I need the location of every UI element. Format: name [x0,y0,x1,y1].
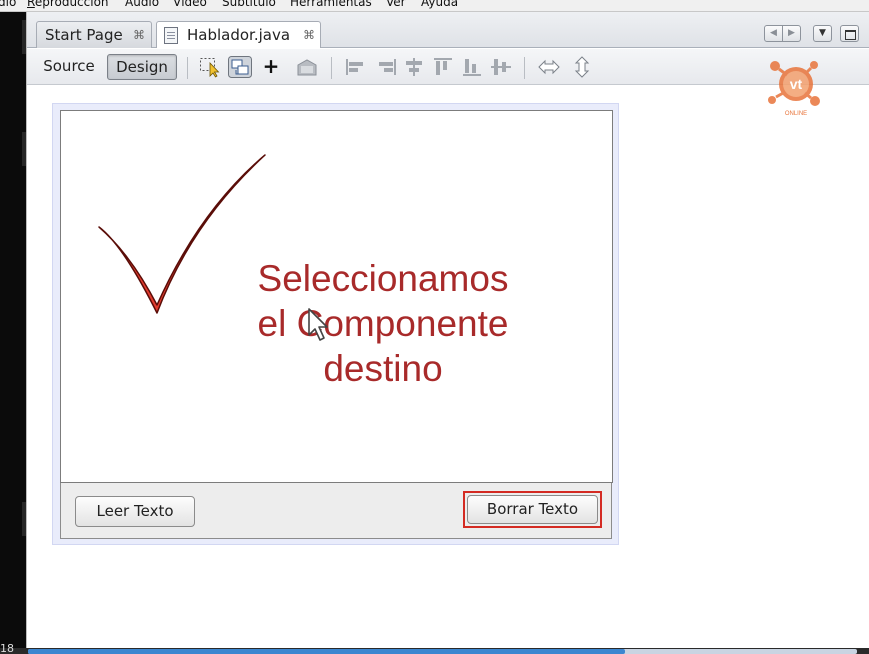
elapsed-time: 18 [0,642,14,654]
editor-tab-bar: Start Page ⌘ Hablador.java ⌘ ◀ ▶ ▼ [27,12,869,48]
menu-item-medio[interactable]: dio [0,0,16,9]
toolbar-separator [187,57,188,79]
show-opened-documents-button[interactable]: ▼ [813,25,832,42]
annotation-line: destino [323,348,443,389]
tab-start-page[interactable]: Start Page ⌘ [36,21,152,48]
videotutoriales-logo: vt ONLINE [768,61,820,117]
playback-bar: 18 [0,642,869,654]
menu-item-herramientas[interactable]: Herramientas [290,0,372,9]
tab-label: Hablador.java [187,26,291,44]
java-file-icon [164,27,178,44]
menu-item-audio[interactable]: Audio [125,0,159,9]
center-horizontally-icon[interactable] [402,56,426,78]
annotation-line: Seleccionamos [257,258,509,299]
tab-hablador-java[interactable]: Hablador.java ⌘ [156,21,321,48]
designer-toolbar: Source Design + [27,49,869,85]
borrar-texto-button[interactable]: Borrar Texto [467,495,598,524]
logo-initials: vt [790,76,803,92]
menu-item-video[interactable]: Vídeo [173,0,207,9]
menu-item-label: eproducción [34,0,109,9]
menu-bar: dio Reproducción Audio Vídeo Subtítulo H… [0,0,869,12]
add-icon[interactable]: + [259,54,283,78]
screen: dio Reproducción Audio Vídeo Subtítulo H… [0,0,869,654]
design-view-button[interactable]: Design [107,54,177,80]
menu-item-subtitulo[interactable]: Subtítulo [222,0,276,9]
center-vertically-icon[interactable] [489,56,513,78]
left-panel-edge [0,12,26,648]
toolbar-separator [524,57,525,79]
logo-subtitle: ONLINE [785,111,807,117]
maximize-window-button[interactable] [840,25,859,42]
scroll-tabs-right-button[interactable]: ▶ [782,25,801,42]
align-bottom-icon[interactable] [460,56,484,78]
tutorial-annotation: Seleccionamos el Componente destino [203,256,563,391]
mouse-cursor-icon [308,308,328,341]
align-right-icon[interactable] [374,56,398,78]
tab-label: Start Page [45,26,123,44]
selection-mode-icon[interactable] [199,56,223,78]
menu-item-ayuda[interactable]: Ayuda [421,0,458,9]
menu-item-ver[interactable]: Ver [386,0,406,9]
close-icon[interactable]: ⌘ [303,22,315,48]
vertical-resize-icon[interactable] [570,56,594,78]
toolbar-separator [331,57,332,79]
scroll-tabs-left-button[interactable]: ◀ [764,25,783,42]
align-top-icon[interactable] [431,56,455,78]
horizontal-resize-icon[interactable] [537,56,561,78]
connection-mode-icon[interactable] [228,56,252,78]
preview-design-icon[interactable] [295,56,319,78]
menu-mnemonic: R [27,0,35,9]
seek-progress [28,649,625,654]
leer-texto-button[interactable]: Leer Texto [75,496,195,527]
editor-window: Start Page ⌘ Hablador.java ⌘ ◀ ▶ ▼ Sourc… [26,12,869,648]
seek-slider[interactable] [28,649,857,654]
source-view-button[interactable]: Source [39,54,99,80]
menu-item-reproduccion[interactable]: Reproducción [27,0,109,9]
annotation-line: el Componente [257,303,509,344]
align-left-icon[interactable] [344,56,368,78]
close-icon[interactable]: ⌘ [133,22,145,48]
